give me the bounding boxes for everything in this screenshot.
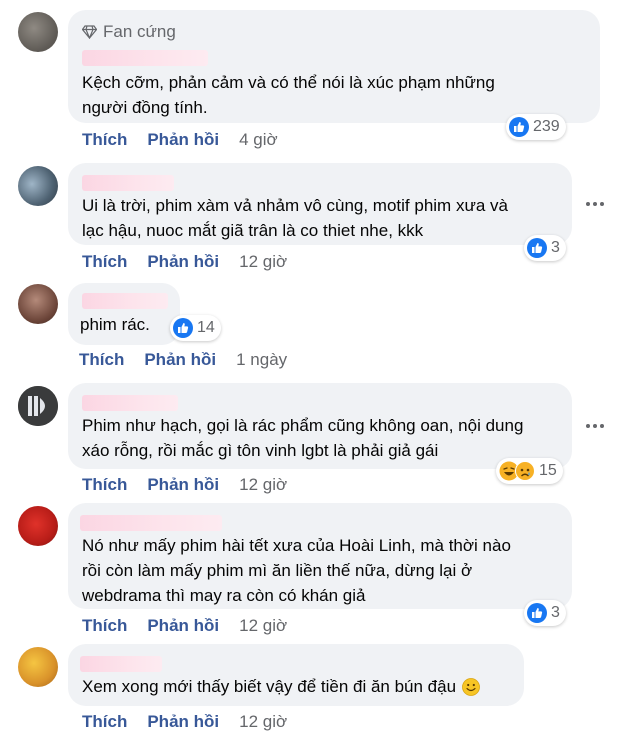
more-options-icon[interactable] [584, 193, 606, 215]
reply-button[interactable]: Phản hồi [147, 252, 219, 272]
reaction-summary[interactable]: 239 [506, 114, 566, 140]
timestamp[interactable]: 12 giờ [239, 475, 287, 495]
reaction-count: 15 [539, 462, 557, 479]
badge-label: Fan cứng [103, 22, 176, 41]
comment-text: Nó như mấy phim hài tết xưa của Hoài Lin… [82, 536, 511, 605]
comment-text: Xem xong mới thấy biết vậy để tiền đi ăn… [82, 674, 480, 699]
like-icon [527, 238, 547, 258]
avatar[interactable] [18, 166, 58, 206]
comment-bubble: Ui là trời, phim xàm vả nhảm vô cùng, mo… [68, 163, 572, 245]
comment-actions: Thích Phản hồi 12 giờ [82, 475, 287, 495]
comment-bubble: phim rác. [68, 283, 180, 345]
sad-icon [515, 461, 535, 481]
comment-actions: Thích Phản hồi 1 ngày [79, 350, 287, 370]
comment-text: Phim như hạch, gọi là rác phẩm cũng khôn… [82, 416, 524, 460]
like-button[interactable]: Thích [82, 475, 127, 495]
timestamp[interactable]: 4 giờ [239, 130, 278, 150]
reply-button[interactable]: Phản hồi [147, 475, 219, 495]
like-button[interactable]: Thích [82, 712, 127, 732]
reaction-count: 239 [533, 118, 560, 135]
author-name-redacted[interactable] [82, 50, 208, 66]
comment-actions: Thích Phản hồi 12 giờ [82, 252, 287, 272]
like-button[interactable]: Thích [82, 130, 127, 150]
like-icon [527, 603, 547, 623]
reaction-count: 3 [551, 239, 560, 256]
fan-badge: Fan cứng [82, 22, 176, 42]
author-name-redacted[interactable] [80, 656, 162, 672]
author-name-redacted[interactable] [82, 395, 178, 411]
avatar[interactable] [18, 284, 58, 324]
reaction-summary[interactable]: 14 [170, 315, 221, 341]
comment-actions: Thích Phản hồi 12 giờ [82, 616, 287, 636]
like-icon [509, 117, 529, 137]
comment-text: Ui là trời, phim xàm vả nhảm vô cùng, mo… [82, 196, 508, 240]
avatar[interactable] [18, 12, 58, 52]
comment-bubble: Xem xong mới thấy biết vậy để tiền đi ăn… [68, 644, 524, 706]
comment-text: Kệch cỡm, phản cảm và có thể nói là xúc … [82, 73, 495, 117]
timestamp[interactable]: 1 ngày [236, 350, 287, 370]
timestamp[interactable]: 12 giờ [239, 616, 287, 636]
reaction-summary[interactable]: 3 [524, 600, 566, 626]
reply-button[interactable]: Phản hồi [147, 616, 219, 636]
avatar[interactable] [18, 386, 58, 426]
like-icon [173, 318, 193, 338]
comment-text-content: Xem xong mới thấy biết vậy để tiền đi ăn… [82, 677, 457, 696]
diamond-icon [82, 25, 97, 39]
timestamp[interactable]: 12 giờ [239, 712, 287, 732]
like-button[interactable]: Thích [79, 350, 124, 370]
smile-emoji-icon [462, 677, 480, 696]
reaction-count: 14 [197, 319, 215, 336]
reply-button[interactable]: Phản hồi [144, 350, 216, 370]
reaction-count: 3 [551, 604, 560, 621]
avatar-logo-icon [18, 386, 58, 426]
reaction-summary[interactable]: 3 [524, 235, 566, 261]
like-button[interactable]: Thích [82, 252, 127, 272]
author-name-redacted[interactable] [80, 515, 222, 531]
comment-bubble: Phim như hạch, gọi là rác phẩm cũng khôn… [68, 383, 572, 469]
comment-text: phim rác. [80, 315, 150, 334]
avatar[interactable] [18, 647, 58, 687]
timestamp[interactable]: 12 giờ [239, 252, 287, 272]
reply-button[interactable]: Phản hồi [147, 712, 219, 732]
reaction-summary[interactable]: 15 [496, 458, 563, 484]
comment-actions: Thích Phản hồi 4 giờ [82, 130, 278, 150]
comment-bubble: Fan cứng Kệch cỡm, phản cảm và có thể nó… [68, 10, 600, 123]
comment-bubble: Nó như mấy phim hài tết xưa của Hoài Lin… [68, 503, 572, 609]
author-name-redacted[interactable] [82, 293, 168, 309]
avatar[interactable] [18, 506, 58, 546]
like-button[interactable]: Thích [82, 616, 127, 636]
author-name-redacted[interactable] [82, 175, 174, 191]
reply-button[interactable]: Phản hồi [147, 130, 219, 150]
more-options-icon[interactable] [584, 415, 606, 437]
comment-actions: Thích Phản hồi 12 giờ [82, 712, 287, 732]
